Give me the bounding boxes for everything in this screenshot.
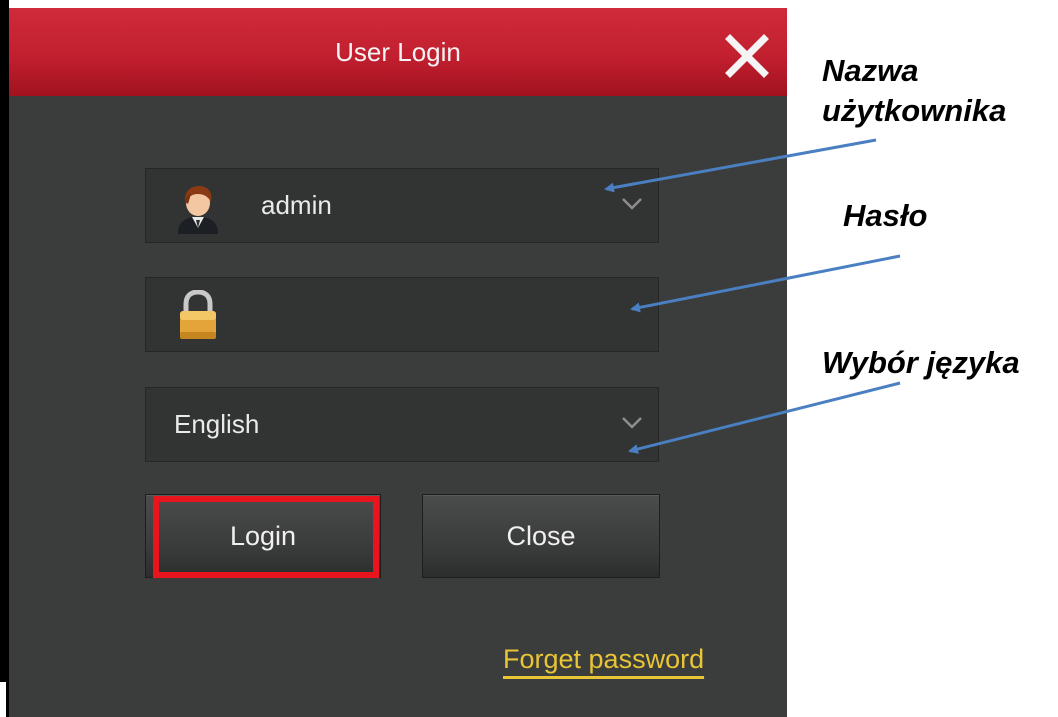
close-icon[interactable] [725,34,769,78]
username-select[interactable]: admin [145,168,659,243]
chevron-down-icon[interactable] [621,197,643,211]
annotation-password: Hasło [843,198,928,233]
username-value: admin [261,190,332,220]
chevron-down-icon[interactable] [621,416,643,430]
login-dialog: User Login admin English Login Close For… [9,8,787,717]
annotation-username-line2: użytkownika [822,93,1007,128]
user-avatar-icon [175,184,221,234]
login-button[interactable]: Login [145,494,381,578]
dialog-title: User Login [335,37,461,67]
close-button[interactable]: Close [422,494,660,578]
left-edge-border [0,0,9,717]
lock-icon [177,289,219,340]
left-edge-notch [0,682,9,717]
annotation-language: Wybór języka [822,345,1020,380]
annotation-username-line1: Nazwa [822,53,919,88]
language-value: English [174,409,260,439]
language-select[interactable]: English [145,387,659,462]
password-input[interactable] [145,277,659,352]
forget-password-link[interactable]: Forget password [503,640,704,678]
